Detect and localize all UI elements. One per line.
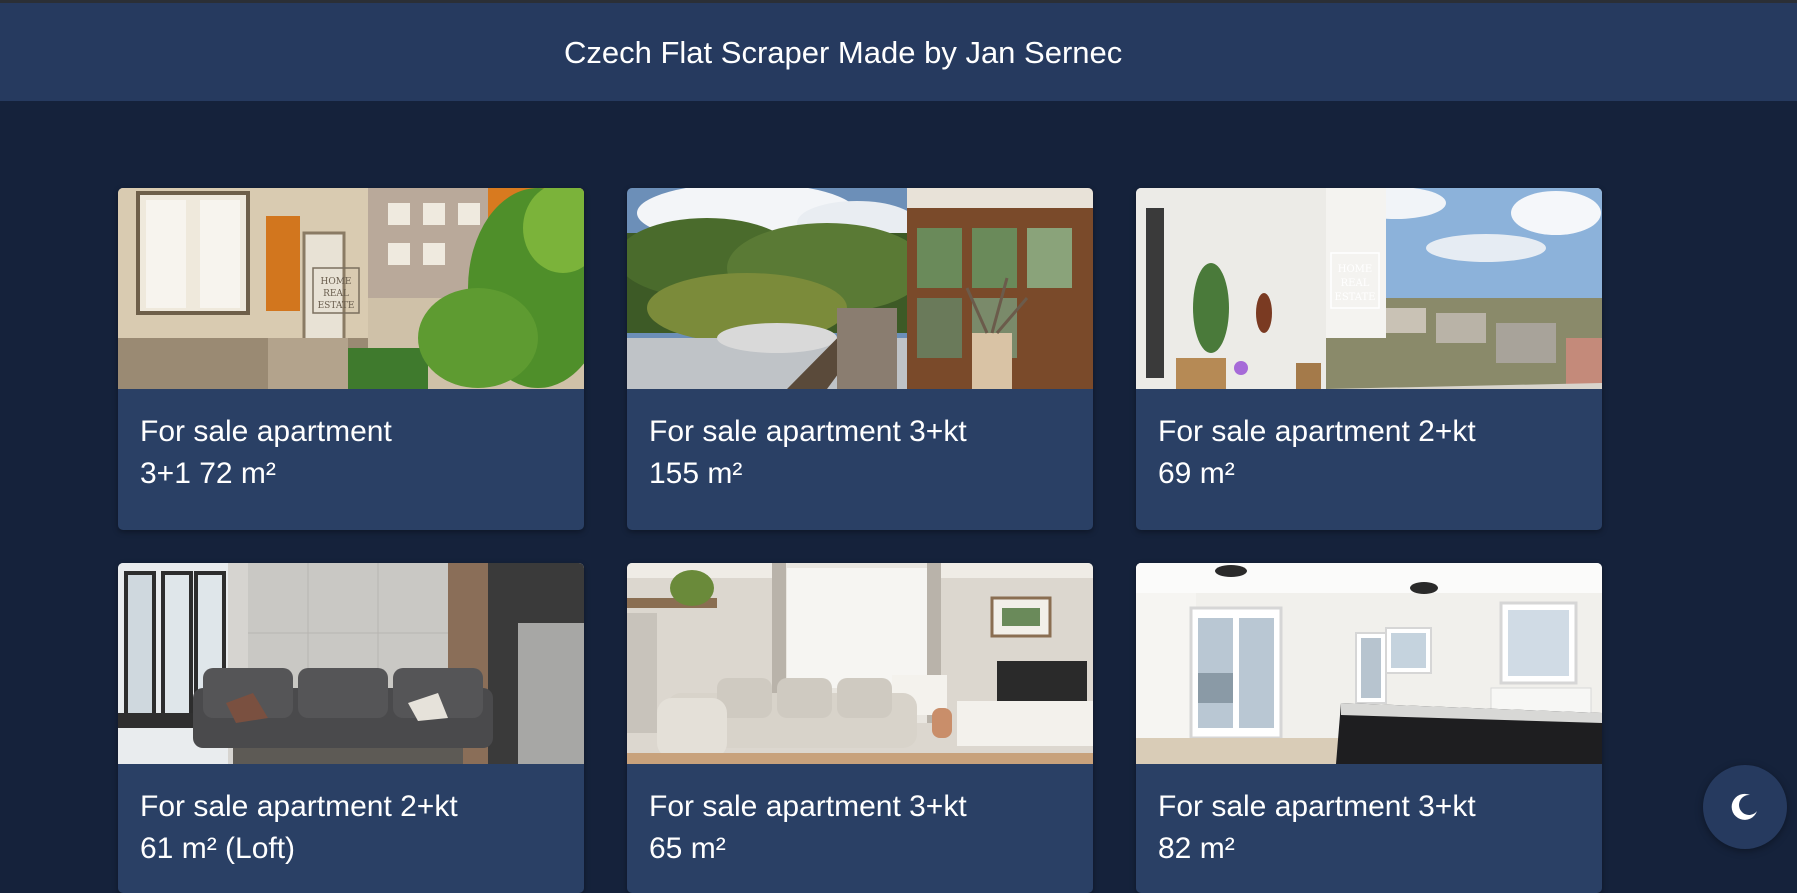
- app-title: Czech Flat Scraper Made by Jan Sernec: [564, 35, 1123, 70]
- listing-size: 65 m²: [649, 832, 726, 865]
- listing-size: 69 m²: [1158, 457, 1235, 490]
- listing-photo-bright-room-kitchen[interactable]: [1136, 563, 1602, 764]
- listing-photo-apartment-exterior[interactable]: HOME REAL ESTATE: [118, 188, 584, 389]
- app-header: Czech Flat Scraper Made by Jan Sernec: [0, 3, 1797, 101]
- svg-text:HOME: HOME: [320, 277, 351, 287]
- listing-title[interactable]: For sale apartment 3+1 72 m²: [140, 411, 392, 495]
- svg-text:HOME: HOME: [1338, 264, 1372, 275]
- svg-text:ESTATE: ESTATE: [1335, 292, 1376, 303]
- listing-card[interactable]: For sale apartment 2+kt 61 m² (Loft): [118, 563, 584, 893]
- listing-size: 82 m²: [1158, 832, 1235, 865]
- listing-type: For sale apartment 2+kt: [140, 790, 458, 823]
- listing-card[interactable]: For sale apartment 3+kt 65 m²: [627, 563, 1093, 893]
- svg-text:REAL: REAL: [323, 289, 349, 299]
- listing-title[interactable]: For sale apartment 3+kt 155 m²: [649, 411, 967, 495]
- svg-text:ESTATE: ESTATE: [318, 301, 355, 311]
- listing-title[interactable]: For sale apartment 3+kt 82 m²: [1158, 786, 1476, 870]
- listing-size: 155 m²: [649, 457, 743, 490]
- listing-title[interactable]: For sale apartment 2+kt 69 m²: [1158, 411, 1476, 495]
- theme-toggle-button[interactable]: [1703, 765, 1787, 849]
- listing-photo-living-room-sofa[interactable]: [627, 563, 1093, 764]
- listing-photo-loft-living-room[interactable]: [118, 563, 584, 764]
- listing-card[interactable]: HOME REAL ESTATE For sale apartment 2+kt…: [1136, 188, 1602, 530]
- listing-type: For sale apartment 3+kt: [649, 790, 967, 823]
- listing-type: For sale apartment 3+kt: [1158, 790, 1476, 823]
- listing-type: For sale apartment 2+kt: [1158, 415, 1476, 448]
- moon-icon: [1731, 793, 1757, 820]
- listing-type: For sale apartment 3+kt: [649, 415, 967, 448]
- listing-type: For sale apartment: [140, 415, 392, 448]
- listing-title[interactable]: For sale apartment 3+kt 65 m²: [649, 786, 967, 870]
- listing-card[interactable]: For sale apartment 3+kt 155 m²: [627, 188, 1093, 530]
- listing-size: 61 m² (Loft): [140, 832, 296, 865]
- listing-photo-balcony-forest[interactable]: [627, 188, 1093, 389]
- listing-card[interactable]: For sale apartment 3+kt 82 m²: [1136, 563, 1602, 893]
- listing-card[interactable]: HOME REAL ESTATE For sale apartment 3+1 …: [118, 188, 584, 530]
- listing-photo-balcony-city[interactable]: HOME REAL ESTATE: [1136, 188, 1602, 389]
- listing-size: 3+1 72 m²: [140, 457, 276, 490]
- svg-text:REAL: REAL: [1341, 278, 1370, 289]
- listing-title[interactable]: For sale apartment 2+kt 61 m² (Loft): [140, 786, 458, 870]
